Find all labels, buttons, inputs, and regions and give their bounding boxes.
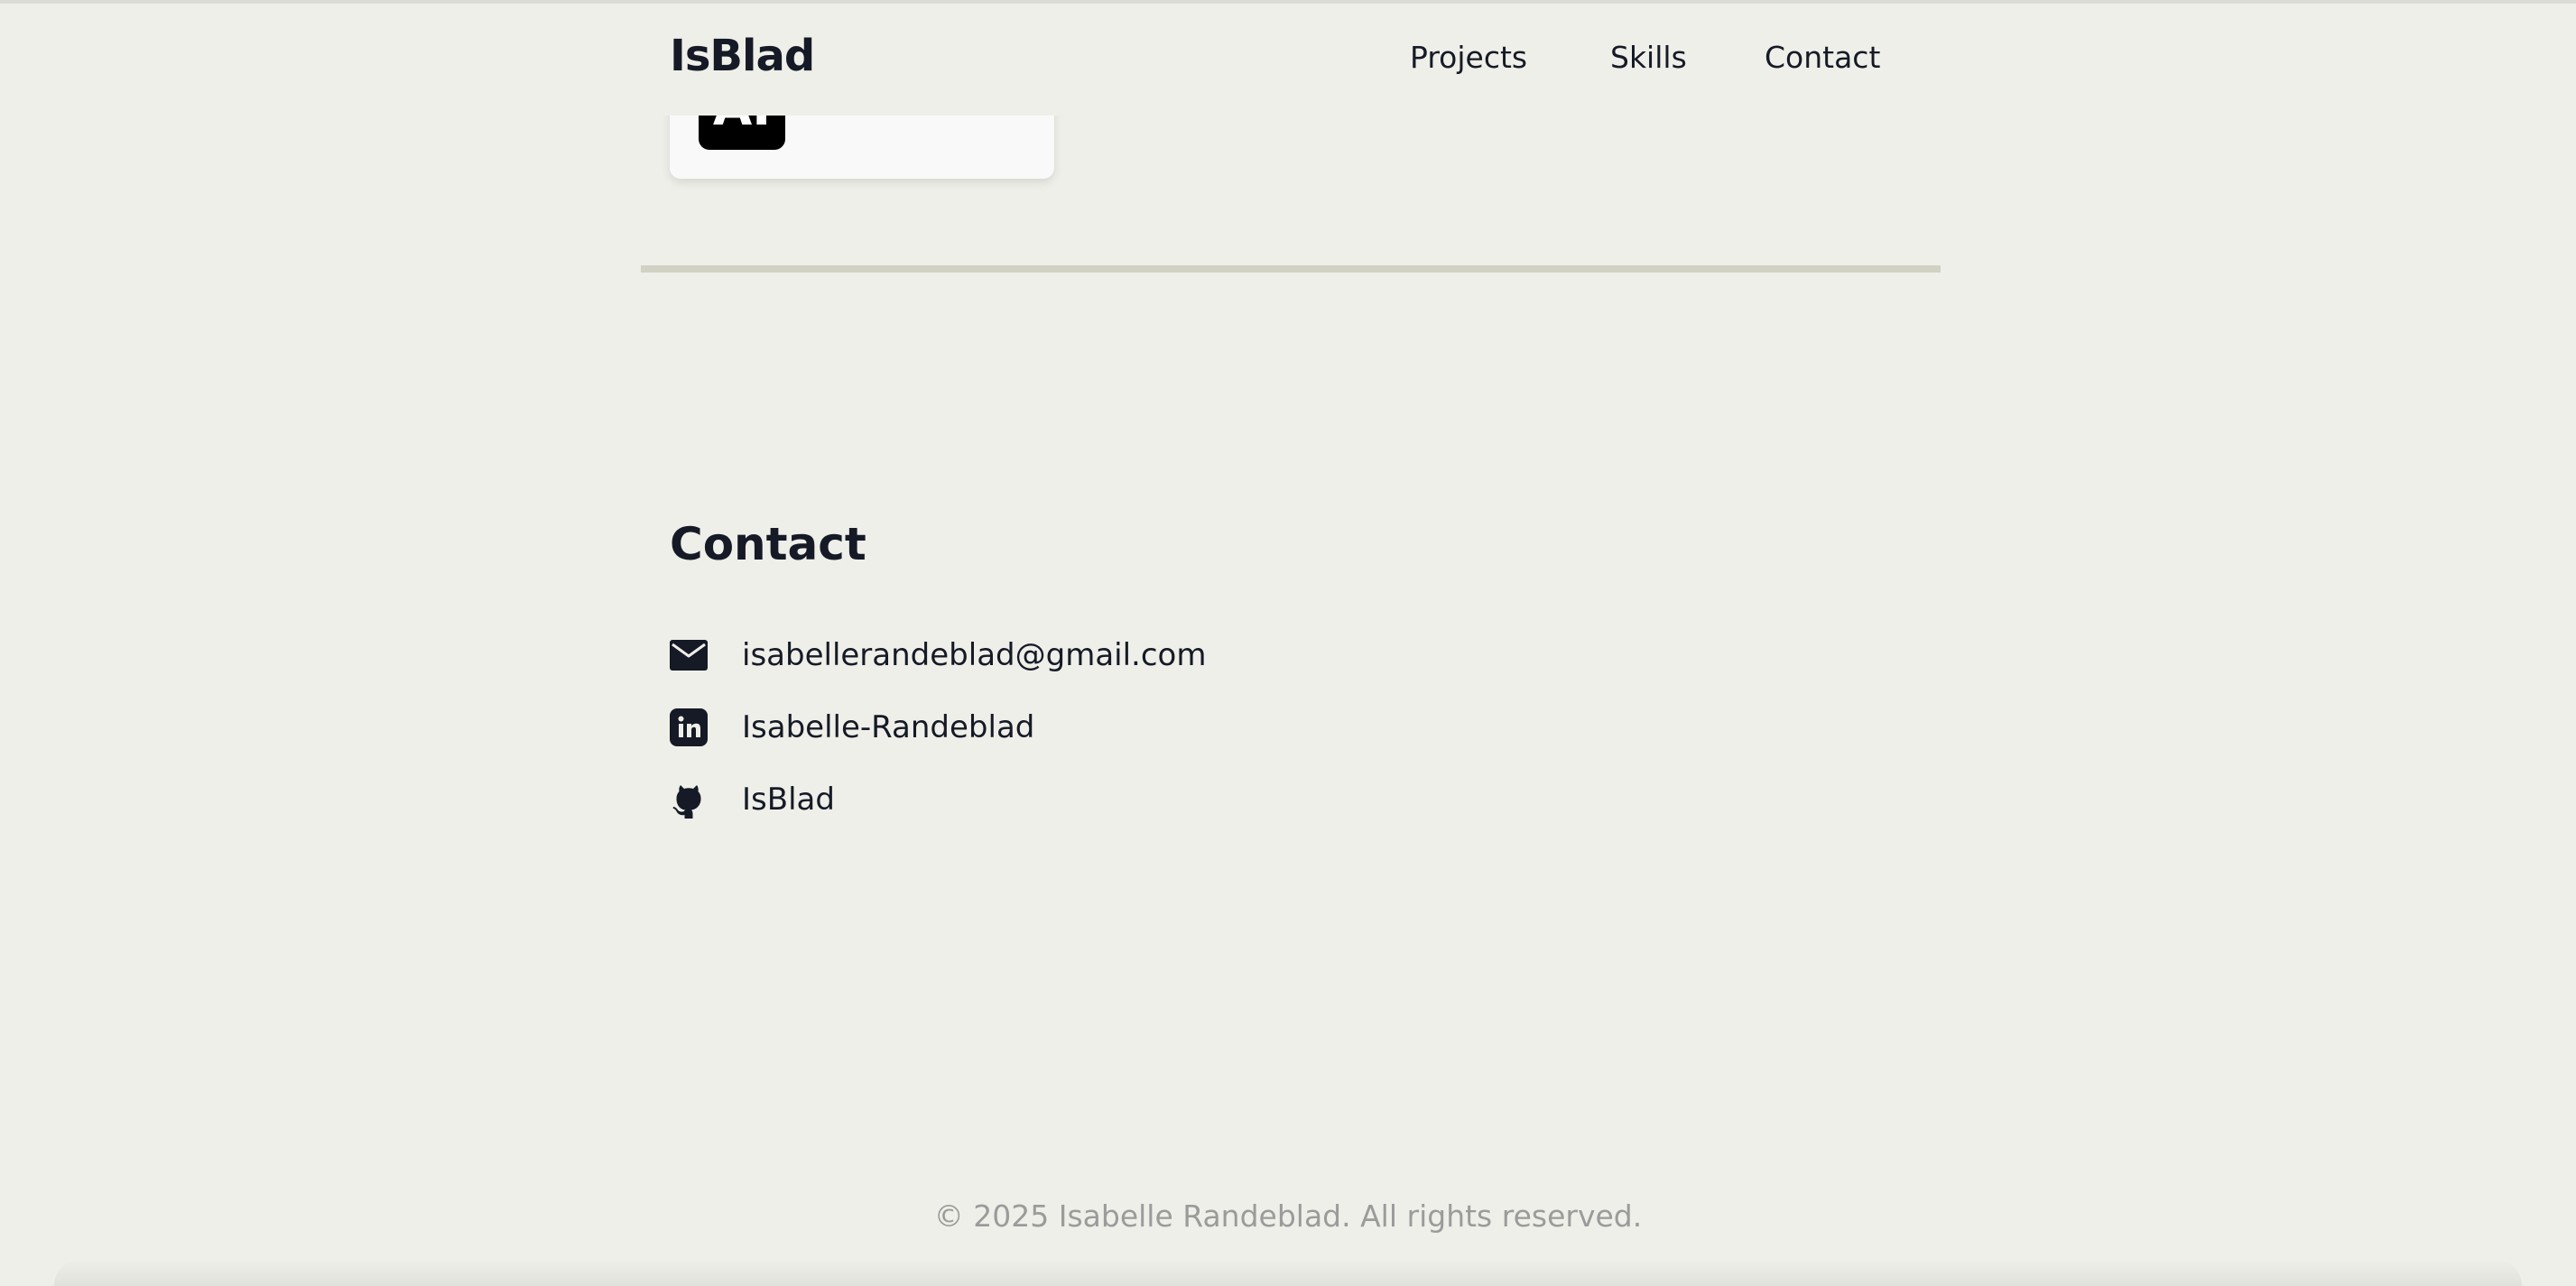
- contact-github-text: IsBlad: [742, 782, 835, 818]
- linkedin-icon: [670, 708, 711, 747]
- contact-linkedin-text: Isabelle-Randeblad: [742, 709, 1035, 745]
- section-divider: [641, 265, 1941, 273]
- nav-contact-link[interactable]: Contact: [1765, 40, 1880, 75]
- contact-email-text: isabellerandeblad@gmail.com: [742, 637, 1207, 673]
- mail-icon: [670, 635, 711, 675]
- nav-projects-link[interactable]: Projects: [1410, 40, 1527, 75]
- contact-github-link[interactable]: IsBlad: [670, 778, 835, 821]
- footer-shadow: [54, 1259, 2522, 1286]
- site-header: IsBlad Projects Skills Contact: [0, 4, 2576, 116]
- footer-copyright: © 2025 Isabelle Randeblad. All rights re…: [933, 1198, 1643, 1234]
- github-icon: [670, 780, 711, 819]
- contact-heading: Contact: [670, 518, 866, 570]
- site-logo[interactable]: IsBlad: [670, 31, 815, 81]
- nav-skills-link[interactable]: Skills: [1610, 40, 1687, 75]
- contact-email-link[interactable]: isabellerandeblad@gmail.com: [670, 634, 1206, 677]
- contact-linkedin-link[interactable]: Isabelle-Randeblad: [670, 706, 1034, 749]
